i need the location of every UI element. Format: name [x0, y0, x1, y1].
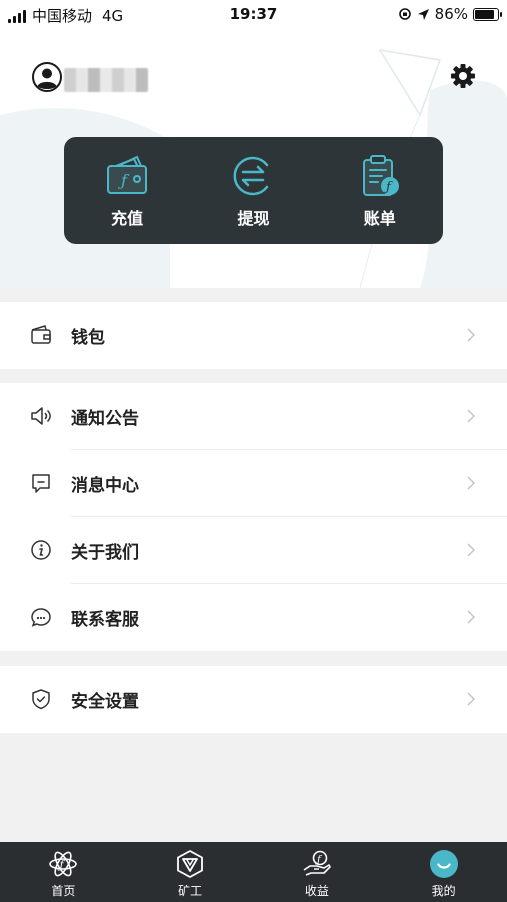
- menu-group-info: 通知公告 消息中心 关于我们 联系客服: [0, 383, 507, 651]
- tab-miner[interactable]: 矿工: [127, 842, 254, 902]
- home-atom-icon: ƒ: [49, 851, 78, 877]
- bill-clipboard-icon: ƒ: [362, 154, 399, 196]
- tab-income[interactable]: ƒ 收益: [254, 842, 381, 902]
- chevron-right-icon: [467, 543, 475, 557]
- tab-label: 矿工: [178, 884, 203, 898]
- message-icon: [32, 474, 50, 493]
- menu-item-about[interactable]: 关于我们: [0, 517, 507, 584]
- menu-item-security[interactable]: 安全设置: [0, 666, 507, 733]
- menu-group-wallet: 钱包: [0, 302, 507, 369]
- recharge-button[interactable]: ƒ 充值: [77, 153, 177, 229]
- battery-percent: 86%: [434, 5, 468, 23]
- quick-actions-card: ƒ 充值 提现 ƒ 账单: [64, 137, 443, 244]
- chevron-right-icon: [467, 692, 475, 706]
- withdraw-label: 提现: [237, 208, 270, 228]
- chevron-right-icon: [467, 328, 475, 342]
- location-arrow-icon: [417, 8, 429, 20]
- menu-group-security: 安全设置: [0, 666, 507, 733]
- tab-home[interactable]: ƒ 首页: [0, 842, 127, 902]
- menu-label: 通知公告: [71, 409, 139, 429]
- income-hand-icon: ƒ: [303, 850, 331, 876]
- miner-hex-icon: [177, 850, 204, 878]
- battery-icon: [473, 7, 502, 21]
- wallet-recharge-icon: ƒ: [107, 155, 148, 194]
- menu-label: 关于我们: [71, 543, 139, 563]
- bill-button[interactable]: ƒ 账单: [330, 153, 430, 229]
- menu-label: 联系客服: [71, 610, 139, 630]
- recharge-label: 充值: [111, 208, 144, 228]
- orientation-lock-icon: [398, 8, 411, 20]
- shield-check-icon: [32, 689, 50, 710]
- bottom-tab-bar: ƒ 首页 矿工 ƒ 收益 我的: [0, 842, 507, 902]
- bill-label: 账单: [363, 208, 396, 228]
- chevron-right-icon: [467, 476, 475, 490]
- withdraw-arrows-icon: [233, 156, 269, 195]
- menu-item-wallet[interactable]: 钱包: [0, 302, 507, 369]
- menu-label: 钱包: [71, 328, 105, 348]
- menu-item-support[interactable]: 联系客服: [0, 584, 507, 651]
- wallet-icon: [31, 325, 51, 344]
- tab-label: 收益: [304, 884, 329, 898]
- profile-smile-icon: [429, 850, 458, 878]
- menu-item-messages[interactable]: 消息中心: [0, 450, 507, 517]
- gear-icon[interactable]: [449, 62, 477, 90]
- menu-label: 安全设置: [71, 692, 139, 712]
- chevron-right-icon: [467, 610, 475, 624]
- chat-bubble-icon: [31, 608, 51, 627]
- avatar-icon[interactable]: [32, 62, 62, 92]
- tab-label: 首页: [51, 884, 76, 898]
- chevron-right-icon: [467, 409, 475, 423]
- withdraw-button[interactable]: 提现: [203, 153, 303, 229]
- speaker-icon: [31, 407, 51, 425]
- username-redacted[interactable]: [64, 68, 148, 92]
- menu-item-notice[interactable]: 通知公告: [0, 383, 507, 450]
- menu-label: 消息中心: [71, 476, 139, 496]
- profile-header: ƒ 充值 提现 ƒ 账单: [0, 30, 507, 288]
- status-bar: 中国移动 4G 19:37 86%: [0, 0, 507, 30]
- tab-label: 我的: [431, 884, 456, 898]
- info-icon: [31, 540, 51, 560]
- tab-profile[interactable]: 我的: [380, 842, 507, 902]
